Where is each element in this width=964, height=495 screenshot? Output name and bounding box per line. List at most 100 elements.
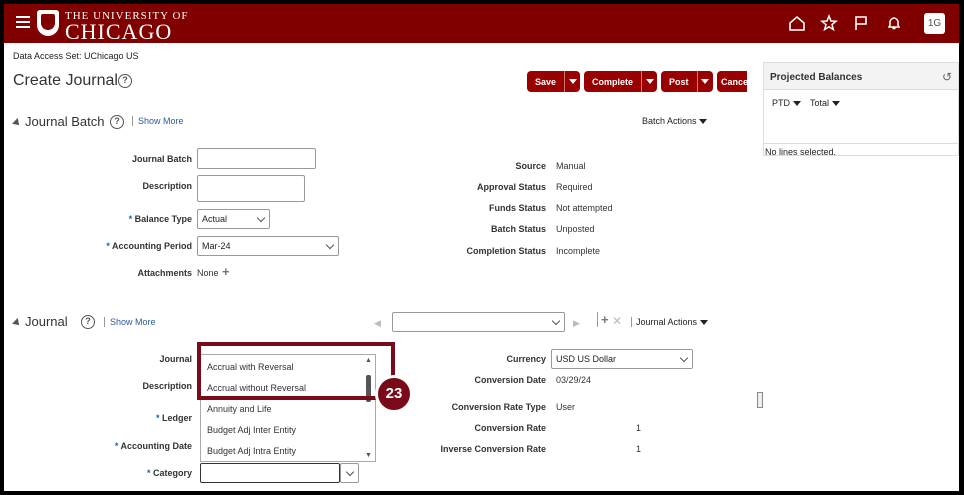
delete-journal-icon[interactable]: ✕ bbox=[612, 314, 622, 328]
next-journal-icon[interactable]: ▶ bbox=[573, 318, 580, 329]
category-option[interactable]: Annuity and Life bbox=[207, 404, 272, 414]
funds-status-label: Funds Status bbox=[488, 203, 546, 213]
complete-button[interactable]: Complete bbox=[584, 71, 658, 92]
journal-description-label: Description bbox=[142, 381, 192, 391]
step-number-badge: 23 bbox=[375, 375, 413, 413]
chevron-down-icon bbox=[325, 240, 335, 250]
journal-help-icon[interactable]: ? bbox=[81, 315, 95, 329]
source-value: Manual bbox=[556, 161, 586, 171]
help-icon[interactable]: ? bbox=[118, 74, 132, 88]
save-menu-chevron-icon[interactable] bbox=[564, 71, 580, 92]
chevron-down-icon bbox=[256, 213, 266, 223]
balance-type-select[interactable]: Actual bbox=[197, 209, 270, 229]
journal-batch-input[interactable] bbox=[197, 148, 316, 169]
currency-value: USD US Dollar bbox=[556, 354, 617, 364]
journal-name-label: Journal bbox=[159, 354, 192, 364]
flag-icon[interactable] bbox=[852, 14, 870, 32]
bell-icon[interactable] bbox=[885, 14, 903, 32]
category-label: * Category bbox=[146, 468, 192, 478]
journal-batch-help-icon[interactable]: ? bbox=[110, 115, 124, 129]
category-input[interactable] bbox=[200, 463, 340, 483]
batch-actions-label: Batch Actions bbox=[642, 116, 697, 126]
collapse-triangle-icon[interactable] bbox=[12, 117, 22, 128]
inverse-conversion-rate-label: Inverse Conversion Rate bbox=[440, 444, 546, 454]
chevron-down-icon bbox=[551, 316, 561, 326]
total-label: Total bbox=[810, 98, 830, 108]
post-menu-chevron-icon[interactable] bbox=[696, 71, 713, 92]
conversion-rate-value: 1 bbox=[636, 423, 642, 433]
chevron-down-icon bbox=[679, 353, 689, 363]
category-option[interactable]: Budget Adj Intra Entity bbox=[207, 446, 296, 456]
data-access-set: Data Access Set: UChicago US bbox=[13, 51, 139, 61]
cancel-button[interactable]: Cance bbox=[717, 71, 747, 92]
post-button[interactable]: Post bbox=[661, 71, 713, 92]
save-label: Save bbox=[535, 76, 557, 87]
journal-batch-show-more-link[interactable]: Show More bbox=[132, 116, 184, 126]
top-bar: THE UNIVERSITY OF CHICAGO 1G bbox=[4, 4, 959, 45]
add-journal-icon[interactable]: + bbox=[597, 312, 609, 327]
accounting-date-label-text: Accounting Date bbox=[120, 441, 192, 451]
scroll-down-icon[interactable]: ▼ bbox=[365, 452, 372, 459]
conversion-rate-type-label: Conversion Rate Type bbox=[451, 402, 546, 412]
batch-actions-chevron-icon bbox=[699, 119, 708, 124]
balance-type-label-text: Balance Type bbox=[134, 214, 192, 224]
ledger-label: * Ledger bbox=[155, 413, 192, 423]
ptd-chevron-icon bbox=[792, 101, 801, 106]
batch-actions-menu[interactable]: Batch Actions bbox=[642, 116, 708, 126]
panel-title: Projected Balances bbox=[770, 72, 863, 83]
accounting-period-select[interactable]: Mar-24 bbox=[197, 236, 339, 256]
batch-description-textarea[interactable] bbox=[197, 175, 305, 202]
source-label: Source bbox=[515, 161, 546, 171]
highlight-callout-box bbox=[197, 342, 395, 400]
completion-status-label: Completion Status bbox=[466, 246, 546, 256]
conversion-rate-label: Conversion Rate bbox=[474, 423, 546, 433]
journal-actions-chevron-icon bbox=[699, 320, 708, 325]
accounting-period-value: Mar-24 bbox=[202, 241, 231, 251]
currency-label: Currency bbox=[506, 354, 546, 364]
category-option[interactable]: Budget Adj Inter Entity bbox=[207, 425, 296, 435]
journal-show-more-link[interactable]: Show More bbox=[104, 317, 156, 327]
journal-batch-label: Journal Batch bbox=[131, 154, 192, 164]
university-crest-logo bbox=[37, 10, 59, 36]
completion-status-value: Incomplete bbox=[556, 246, 601, 256]
previous-journal-icon[interactable]: ◀ bbox=[374, 318, 381, 329]
ptd-label: PTD bbox=[772, 98, 790, 108]
currency-select[interactable]: USD US Dollar bbox=[551, 349, 693, 369]
journal-batch-section-header[interactable]: Journal Batch bbox=[12, 114, 105, 129]
page-title: Create Journal bbox=[13, 72, 118, 89]
complete-label: Complete bbox=[592, 76, 634, 87]
no-lines-message: No lines selected. bbox=[764, 143, 959, 160]
complete-menu-chevron-icon[interactable] bbox=[641, 71, 657, 92]
total-chevron-icon bbox=[831, 101, 840, 106]
home-icon[interactable] bbox=[788, 14, 806, 32]
logo-main-text[interactable]: CHICAGO bbox=[65, 19, 172, 45]
add-attachment-icon[interactable]: + bbox=[222, 264, 230, 279]
journal-batch-title: Journal Batch bbox=[25, 114, 105, 129]
post-label: Post bbox=[669, 76, 689, 87]
category-label-text: Category bbox=[152, 468, 192, 478]
approval-status-value: Required bbox=[556, 182, 593, 192]
user-avatar[interactable]: 1G bbox=[924, 13, 945, 34]
category-dropdown-button[interactable] bbox=[340, 463, 359, 483]
star-icon[interactable] bbox=[820, 13, 838, 32]
cancel-label: Cance bbox=[721, 76, 747, 87]
collapse-triangle-icon[interactable] bbox=[12, 317, 22, 328]
balance-type-label: * Balance Type bbox=[128, 214, 192, 224]
total-menu[interactable]: Total bbox=[810, 98, 840, 108]
attachments-value: None bbox=[197, 268, 219, 278]
menu-icon[interactable] bbox=[16, 16, 30, 30]
funds-status-value: Not attempted bbox=[556, 203, 613, 213]
refresh-icon[interactable]: ↺ bbox=[942, 70, 952, 84]
ptd-menu[interactable]: PTD bbox=[772, 98, 801, 108]
attachments-label: Attachments bbox=[137, 268, 192, 278]
journal-section-title: Journal bbox=[25, 314, 68, 329]
batch-status-value: Unposted bbox=[556, 224, 595, 234]
accounting-period-label: * Accounting Period bbox=[106, 241, 192, 251]
inverse-conversion-rate-value: 1 bbox=[636, 444, 642, 454]
accounting-period-label-text: Accounting Period bbox=[111, 241, 192, 251]
journal-section-header[interactable]: Journal bbox=[12, 314, 68, 329]
journal-selector-select[interactable] bbox=[392, 312, 565, 332]
side-panel-toggle[interactable] bbox=[757, 392, 763, 408]
journal-actions-menu[interactable]: Journal Actions bbox=[631, 317, 708, 327]
save-button[interactable]: Save bbox=[527, 71, 581, 92]
